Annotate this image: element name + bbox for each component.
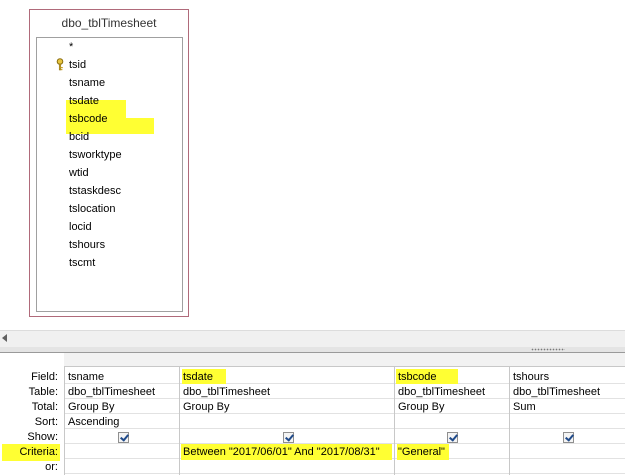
show-checkbox[interactable]: [563, 432, 574, 443]
row-label-table: Table:: [28, 386, 58, 398]
field-cell[interactable]: tshours: [510, 370, 549, 385]
grid-column-tsdate[interactable]: tsdate dbo_tblTimesheet Group By Between…: [179, 367, 394, 475]
row-label-total: Total:: [31, 401, 58, 413]
scroll-left-arrow-icon[interactable]: [2, 334, 7, 342]
show-checkbox[interactable]: [118, 432, 129, 443]
sort-cell[interactable]: [510, 415, 513, 430]
criteria-cell[interactable]: "General": [395, 445, 445, 460]
table-cell[interactable]: dbo_tblTimesheet: [510, 385, 600, 400]
show-checkbox[interactable]: [283, 432, 294, 443]
field-cell[interactable]: tsname: [65, 370, 104, 385]
criteria-cell[interactable]: [65, 445, 68, 460]
grid-column-tsbcode[interactable]: tsbcode dbo_tblTimesheet Group By "Gener…: [394, 367, 509, 475]
horizontal-scrollbar[interactable]: [0, 330, 625, 347]
sort-cell[interactable]: [395, 415, 398, 430]
table-field-list-window[interactable]: dbo_tblTimesheet * tsid tsname tsdate ts…: [29, 9, 189, 317]
row-label-or: or:: [45, 461, 58, 473]
table-design-area: dbo_tblTimesheet * tsid tsname tsdate ts…: [0, 0, 625, 330]
row-label-criteria: Criteria:: [19, 446, 58, 458]
total-cell[interactable]: Group By: [65, 400, 114, 415]
total-cell[interactable]: Group By: [180, 400, 229, 415]
criteria-cell[interactable]: [510, 445, 513, 460]
criteria-cell[interactable]: Between "2017/06/01" And "2017/08/31": [180, 445, 380, 460]
total-cell[interactable]: Sum: [510, 400, 536, 415]
total-cell[interactable]: Group By: [395, 400, 444, 415]
field-list: * tsid tsname tsdate tsbcode bcid tswork…: [36, 37, 183, 312]
field-cell[interactable]: tsbcode: [395, 370, 437, 385]
grid-column-tshours[interactable]: tshours dbo_tblTimesheet Sum: [509, 367, 625, 475]
column-selector-strip[interactable]: [64, 353, 625, 367]
grid-column-tsname[interactable]: tsname dbo_tblTimesheet Group By Ascendi…: [64, 367, 179, 475]
field-list-item-tsid[interactable]: tsid: [37, 56, 177, 74]
sort-cell[interactable]: [180, 415, 183, 430]
primary-key-icon: [56, 58, 64, 71]
show-checkbox[interactable]: [447, 432, 458, 443]
row-label-sort: Sort:: [34, 416, 58, 428]
row-label-field: Field:: [31, 371, 58, 383]
query-design-grid: Field: Table: Total: Sort: Show: Criteri…: [0, 353, 625, 475]
table-title[interactable]: dbo_tblTimesheet: [30, 16, 188, 30]
field-cell[interactable]: tsdate: [180, 370, 213, 385]
table-cell[interactable]: dbo_tblTimesheet: [180, 385, 270, 400]
table-cell[interactable]: dbo_tblTimesheet: [395, 385, 485, 400]
row-label-show: Show:: [27, 431, 58, 443]
splitter-grip-icon[interactable]: [531, 348, 565, 351]
table-cell[interactable]: dbo_tblTimesheet: [65, 385, 155, 400]
sort-cell[interactable]: Ascending: [65, 415, 119, 430]
